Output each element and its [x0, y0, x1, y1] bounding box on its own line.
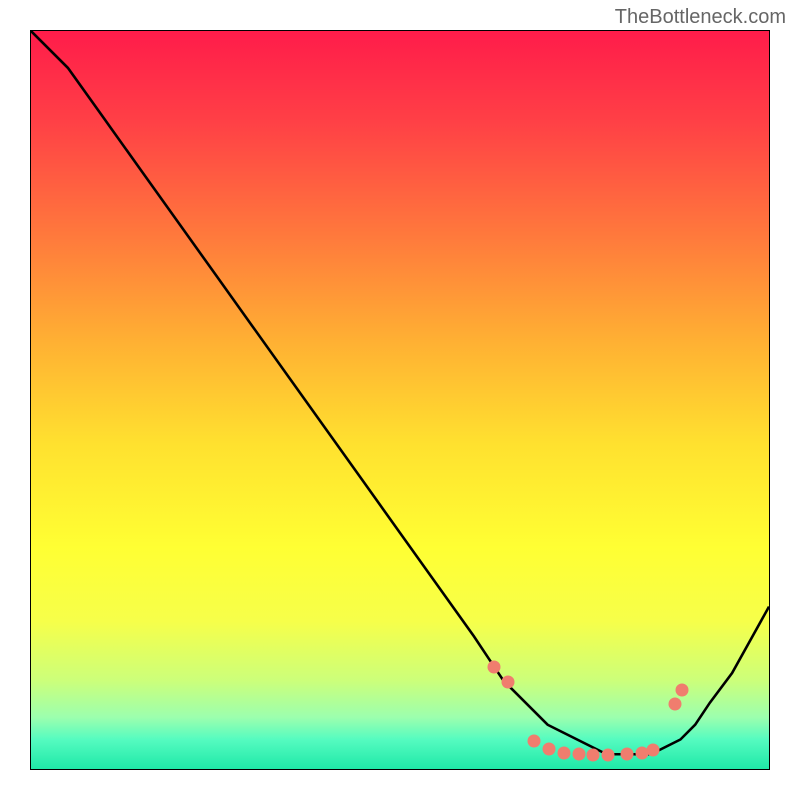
data-dot	[602, 748, 615, 761]
data-dot	[502, 676, 515, 689]
data-dot	[487, 661, 500, 674]
watermark-text: TheBottleneck.com	[615, 6, 786, 29]
plot-inner	[31, 31, 769, 769]
data-dot	[668, 698, 681, 711]
data-dot	[572, 747, 585, 760]
data-dot	[528, 735, 541, 748]
data-dot	[676, 683, 689, 696]
data-dot	[557, 746, 570, 759]
bottleneck-curve	[31, 31, 769, 769]
data-dot	[587, 748, 600, 761]
data-dot	[620, 747, 633, 760]
data-dot	[543, 742, 556, 755]
plot-frame	[30, 30, 770, 770]
data-dot	[646, 744, 659, 757]
